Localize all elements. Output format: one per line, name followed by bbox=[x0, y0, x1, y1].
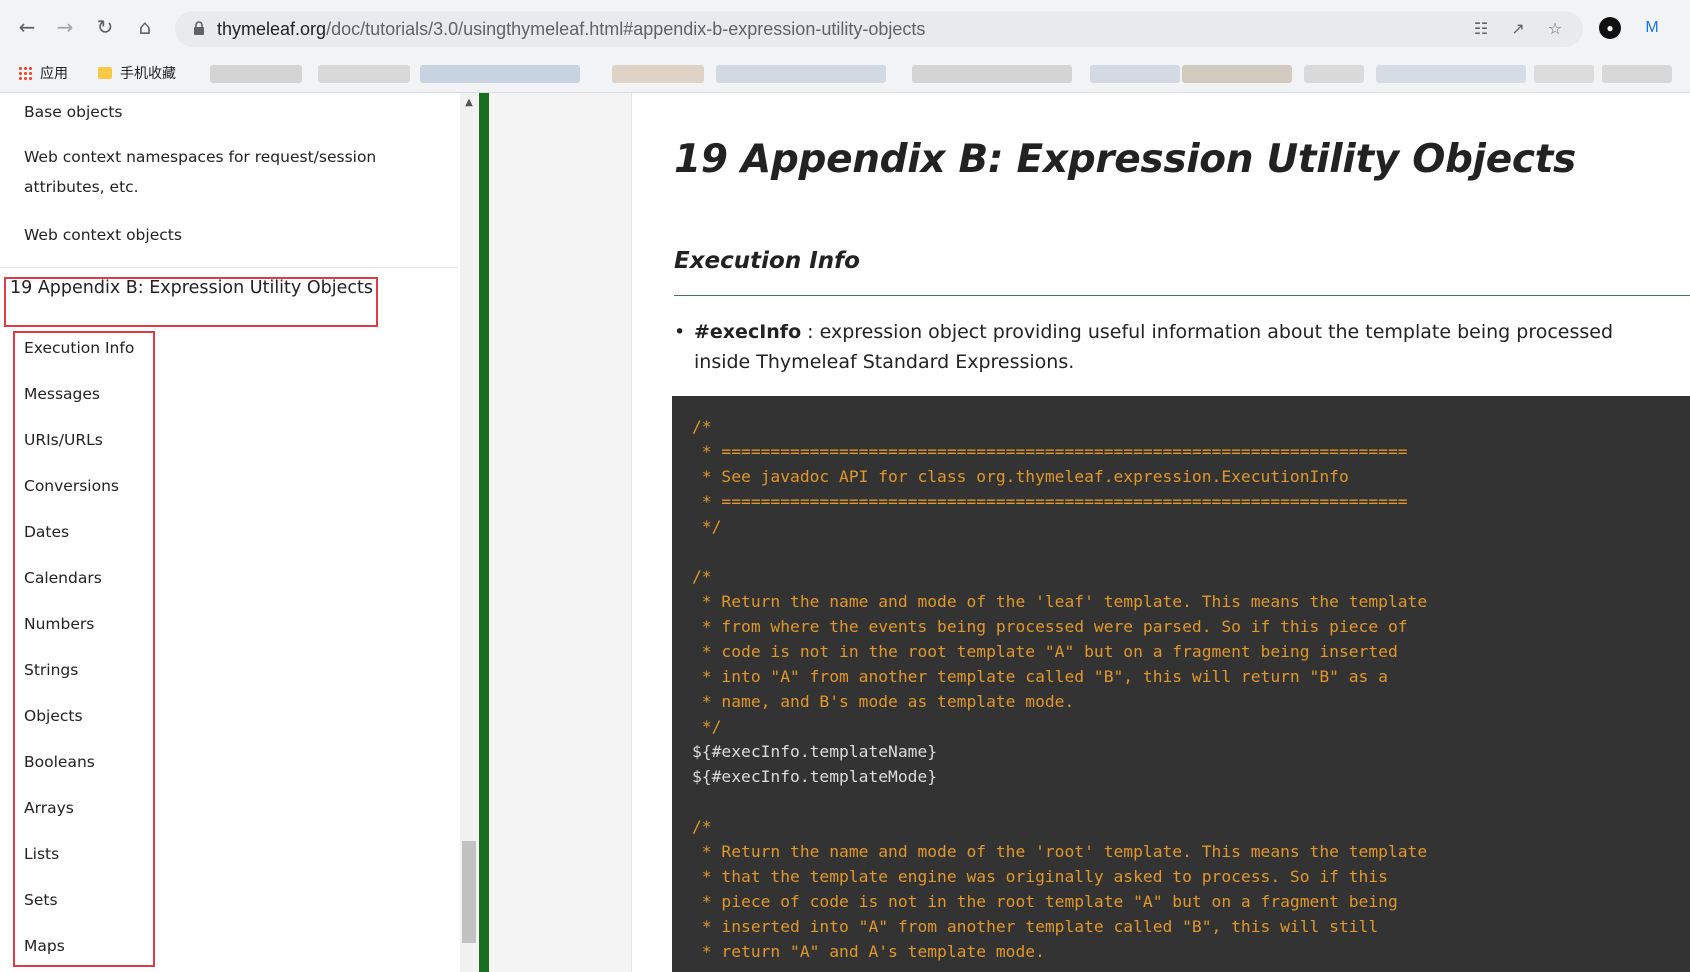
code-line: ${#execInfo.templateName} bbox=[692, 742, 938, 761]
apps-bookmark[interactable]: 应用 bbox=[18, 62, 68, 86]
url-text: thymeleaf.org/doc/tutorials/3.0/usingthy… bbox=[217, 19, 926, 39]
code-line: * Return the name and mode of the 'leaf'… bbox=[692, 592, 1428, 611]
code-line: * inserted into "A" from another templat… bbox=[692, 917, 1379, 936]
toc-subitem[interactable]: Objects bbox=[24, 707, 83, 725]
section-heading: Execution Info bbox=[674, 248, 860, 274]
reload-icon[interactable]: ↻ bbox=[92, 14, 118, 40]
toc-divider bbox=[0, 267, 458, 268]
blurred-bookmark[interactable] bbox=[1376, 65, 1526, 83]
toc-subitem[interactable]: Messages bbox=[24, 385, 100, 403]
code-line: */ bbox=[692, 717, 722, 736]
toc-link[interactable]: Base objects bbox=[24, 97, 123, 127]
code-line: * that the template engine was originall… bbox=[692, 867, 1388, 886]
code-line: * into "A" from another template called … bbox=[692, 667, 1388, 686]
blurred-bookmark[interactable] bbox=[1090, 65, 1180, 83]
code-line: * ======================================… bbox=[692, 492, 1408, 511]
code-line: * Return the name and mode of the 'root'… bbox=[692, 842, 1428, 861]
toc-subitem[interactable]: URIs/URLs bbox=[24, 431, 103, 449]
toc-subitem[interactable]: Booleans bbox=[24, 753, 95, 771]
address-bar[interactable]: thymeleaf.org/doc/tutorials/3.0/usingthy… bbox=[175, 11, 1583, 47]
blurred-bookmark[interactable] bbox=[318, 65, 410, 83]
share-icon[interactable]: ↗ bbox=[1508, 19, 1528, 39]
extension-m-icon[interactable]: M bbox=[1640, 16, 1664, 40]
code-line: * from where the events being processed … bbox=[692, 617, 1408, 636]
scroll-up-arrow-icon[interactable]: ▲ bbox=[460, 97, 478, 109]
toc-chapter-link[interactable]: 19 Appendix B: Expression Utility Object… bbox=[10, 278, 373, 298]
code-line: * code is not in the root template "A" b… bbox=[692, 642, 1398, 661]
bookmark-star-icon[interactable]: ☆ bbox=[1545, 19, 1565, 39]
bullet-item: • #execInfo : expression object providin… bbox=[674, 317, 1674, 377]
code-line: * ======================================… bbox=[692, 442, 1408, 461]
blurred-bookmark[interactable] bbox=[716, 65, 886, 83]
blurred-bookmark[interactable] bbox=[210, 65, 302, 83]
lock-icon bbox=[194, 21, 204, 35]
apps-grid-icon bbox=[18, 66, 32, 80]
code-block: /* * ===================================… bbox=[672, 396, 1690, 972]
toc-subitem[interactable]: Arrays bbox=[24, 799, 74, 817]
forward-arrow-icon[interactable]: → bbox=[52, 14, 78, 40]
code-line: */ bbox=[692, 517, 722, 536]
toc-subitem[interactable]: Calendars bbox=[24, 569, 102, 587]
blurred-bookmark[interactable] bbox=[1182, 65, 1292, 83]
toc-link[interactable]: Web context objects bbox=[24, 220, 182, 250]
toc-subitem[interactable]: Numbers bbox=[24, 615, 94, 633]
toc-subitem[interactable]: Sets bbox=[24, 891, 58, 909]
folder-icon bbox=[98, 67, 112, 79]
bullet-text: : expression object providing useful inf… bbox=[694, 321, 1614, 373]
code-line: * name, and B's mode as template mode. bbox=[692, 692, 1075, 711]
subitems-highlight-box bbox=[13, 331, 155, 967]
toc-subitem[interactable]: Lists bbox=[24, 845, 59, 863]
sidebar-scrollbar[interactable]: ▲ bbox=[460, 93, 478, 972]
blurred-bookmark[interactable] bbox=[912, 65, 1072, 83]
main-content: 19 Appendix B: Expression Utility Object… bbox=[632, 93, 1690, 972]
section-rule bbox=[674, 295, 1690, 296]
toc-subitem[interactable]: Maps bbox=[24, 937, 65, 955]
bookmarks-bar: 应用 手机收藏 bbox=[0, 56, 1690, 93]
toc-link[interactable]: Web context namespaces for request/sessi… bbox=[24, 142, 444, 202]
blurred-bookmark[interactable] bbox=[1602, 65, 1672, 83]
toc-subitem[interactable]: Conversions bbox=[24, 477, 119, 495]
blurred-bookmark[interactable] bbox=[612, 65, 704, 83]
code-text: /* * ===================================… bbox=[692, 414, 1427, 964]
code-line: * See javadoc API for class org.thymelea… bbox=[692, 467, 1349, 486]
code-line: /* bbox=[692, 417, 712, 436]
mobile-bookmarks-folder[interactable]: 手机收藏 bbox=[98, 62, 176, 86]
back-arrow-icon[interactable]: ← bbox=[14, 14, 40, 40]
content-gutter bbox=[489, 93, 632, 972]
blurred-bookmark[interactable] bbox=[420, 65, 580, 83]
bullet-term: #execInfo bbox=[694, 321, 802, 343]
blurred-bookmark[interactable] bbox=[1534, 65, 1594, 83]
toc-subitem[interactable]: Dates bbox=[24, 523, 69, 541]
toc-subitem[interactable]: Execution Info bbox=[24, 339, 134, 357]
bullet-dot-icon: • bbox=[674, 321, 686, 343]
home-icon[interactable]: ⌂ bbox=[132, 14, 158, 40]
page-title: 19 Appendix B: Expression Utility Object… bbox=[674, 137, 1576, 182]
code-line: /* bbox=[692, 567, 712, 586]
blurred-bookmark[interactable] bbox=[1304, 65, 1364, 83]
sidebar-accent-bar bbox=[479, 93, 489, 972]
code-line: * return "A" and A's template mode. bbox=[692, 942, 1045, 961]
code-line: ${#execInfo.templateMode} bbox=[692, 767, 938, 786]
code-line: * piece of code is not in the root templ… bbox=[692, 892, 1398, 911]
scroll-thumb[interactable] bbox=[462, 841, 476, 943]
toc-sidebar: Base objects Web context namespaces for … bbox=[0, 93, 460, 972]
translate-icon[interactable]: ☷ bbox=[1471, 19, 1491, 39]
code-line: /* bbox=[692, 817, 712, 836]
extension-key-icon[interactable]: ● bbox=[1599, 17, 1621, 39]
browser-toolbar: ← → ↻ ⌂ thymeleaf.org/doc/tutorials/3.0/… bbox=[0, 0, 1690, 56]
toc-subitem[interactable]: Strings bbox=[24, 661, 78, 679]
